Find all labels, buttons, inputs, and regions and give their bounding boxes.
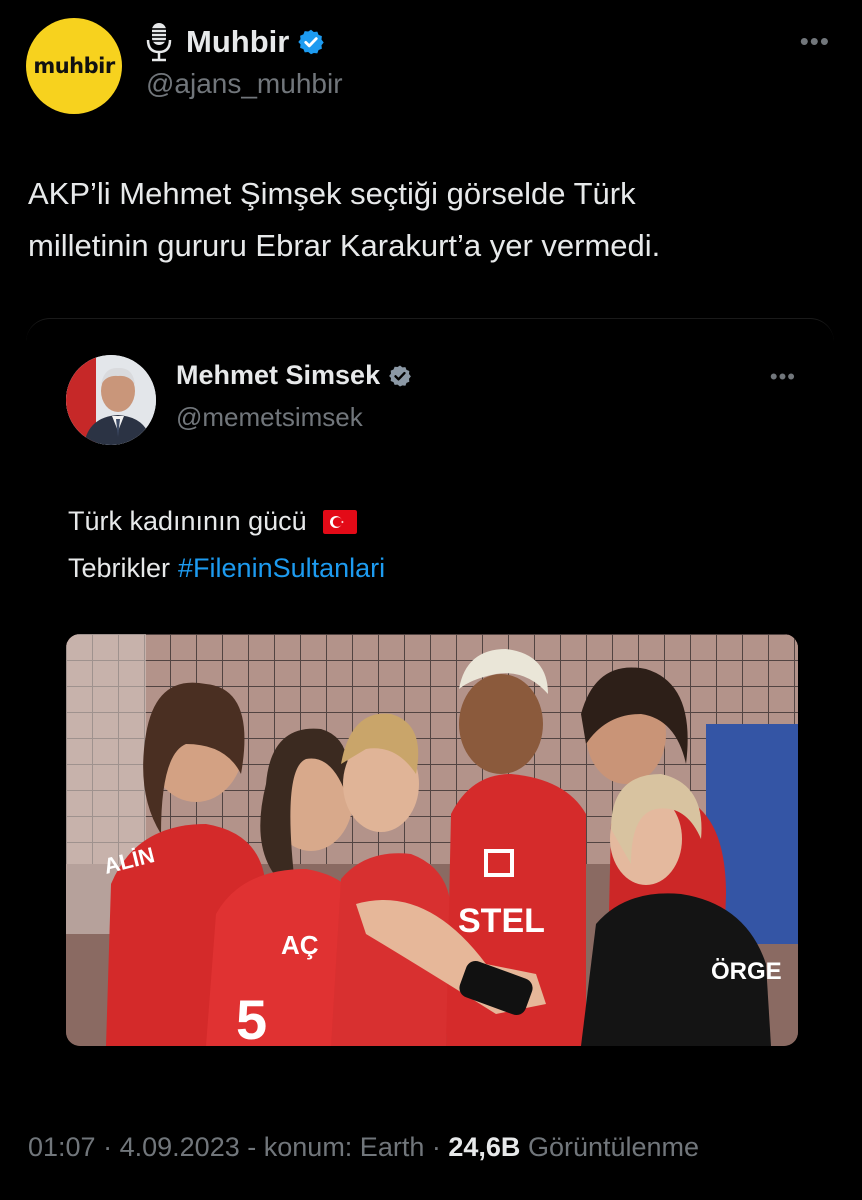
separator-dot: ·: [431, 1132, 441, 1162]
tweet-meta: 01:07 · 4.09.2023 - konum: Earth · 24,6B…: [28, 1132, 699, 1163]
tweet-time[interactable]: 01:07: [28, 1132, 96, 1162]
tweet-date[interactable]: 4.09.2023: [120, 1132, 240, 1162]
views-count[interactable]: 24,6B: [448, 1132, 520, 1162]
jersey-text: AÇ: [281, 930, 319, 960]
tweet-text-line: AKP’li Mehmet Şimşek seçtiği görselde Tü…: [28, 176, 636, 211]
views-label: Görüntülenme: [527, 1132, 700, 1162]
author-name-row: Muhbir: [146, 22, 325, 62]
turkey-flag-icon: [322, 509, 357, 534]
quoted-media-photo[interactable]: AÇ 5 ALİN STEL ÖRGE: [66, 634, 798, 1046]
jersey-text: STEL: [458, 902, 545, 940]
quoted-handle[interactable]: @memetsimsek: [176, 402, 363, 433]
tweet: muhbir Muhbir @ajans_muhbir ••• AKP’li M…: [0, 0, 862, 1200]
tweet-text-line: milletinin gururu Ebrar Karakurt’a yer v…: [28, 228, 661, 263]
microphone-icon: [146, 23, 172, 62]
quoted-more-options-icon[interactable]: •••: [770, 364, 796, 390]
tweet-location: konum: Earth: [263, 1132, 425, 1162]
avatar-logo-text: muhbir: [33, 54, 115, 78]
quoted-text-line1: Türk kadınının gücü: [68, 506, 307, 536]
quoted-avatar-photo: [66, 355, 156, 445]
jersey-text: ÖRGE: [711, 958, 782, 985]
more-options-icon[interactable]: •••: [800, 26, 830, 57]
quoted-display-name[interactable]: Mehmet Simsek: [176, 360, 380, 391]
verified-badge-icon[interactable]: [297, 28, 325, 56]
separator-dash: -: [247, 1132, 257, 1162]
quoted-text-line: Türk kadınının gücü: [68, 498, 385, 545]
quoted-tweet-text: Türk kadınının gücü Tebrikler #FileninSu…: [68, 498, 385, 592]
avatar[interactable]: muhbir: [26, 18, 122, 114]
quoted-text-prefix: Tebrikler: [68, 553, 171, 583]
author-handle[interactable]: @ajans_muhbir: [146, 68, 343, 100]
author-display-name[interactable]: Muhbir: [186, 24, 289, 60]
jersey-text: 5: [236, 988, 267, 1046]
verified-badge-icon[interactable]: [388, 364, 412, 388]
quoted-text-line: Tebrikler #FileninSultanlari: [68, 545, 385, 592]
quoted-name-row: Mehmet Simsek: [176, 360, 412, 391]
tweet-text: AKP’li Mehmet Şimşek seçtiği görselde Tü…: [28, 168, 828, 272]
hashtag-link[interactable]: #FileninSultanlari: [178, 545, 385, 592]
volleyball-team-image: AÇ 5 ALİN STEL ÖRGE: [66, 634, 798, 1046]
quoted-avatar[interactable]: [66, 355, 156, 445]
separator-dot: ·: [103, 1132, 113, 1162]
